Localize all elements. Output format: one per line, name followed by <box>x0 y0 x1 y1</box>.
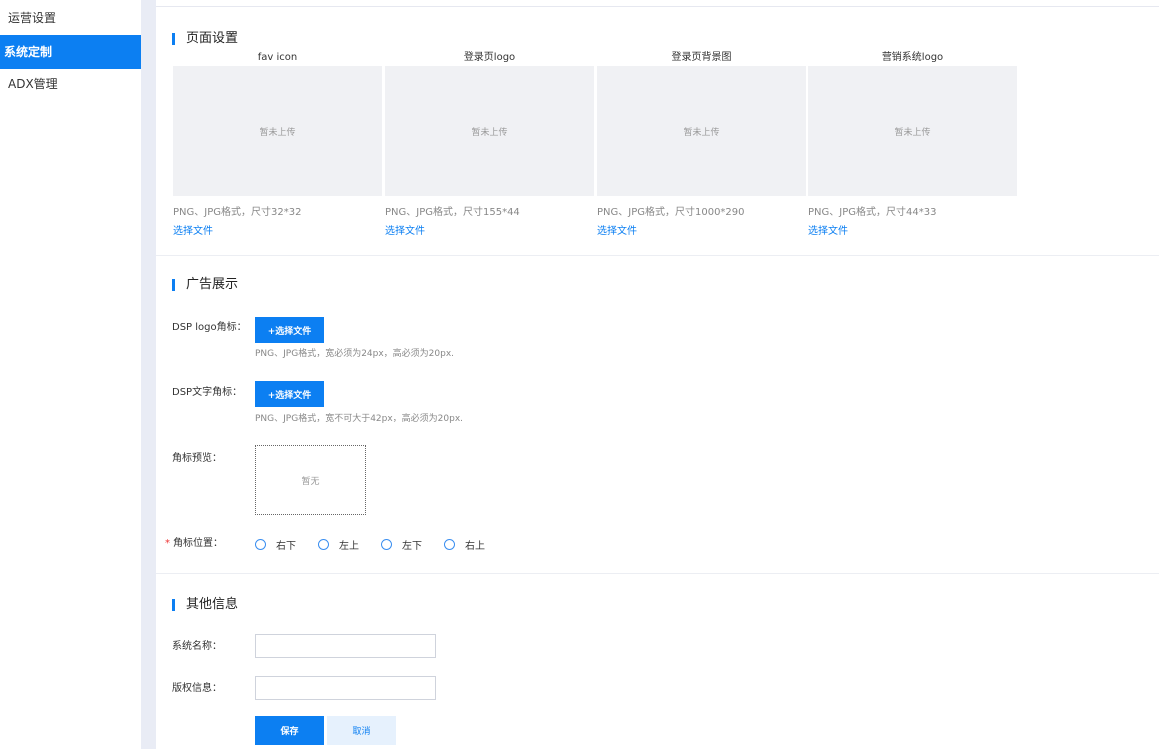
copyright-input[interactable] <box>255 676 436 700</box>
choose-file-link[interactable]: 选择文件 <box>385 225 594 239</box>
section-title-page-settings: 页面设置 <box>172 31 238 47</box>
choose-file-link[interactable]: 选择文件 <box>173 225 382 239</box>
upload-title: 登录页logo <box>463 52 516 63</box>
dsp-text-choose-button[interactable]: +选择文件 <box>255 381 324 407</box>
radio-label: 左下 <box>402 540 422 552</box>
radio-circle[interactable] <box>444 538 455 550</box>
upload-login-background: 登录页背景图 暂未上传 PNG、JPG格式，尺寸1000*290 选择文件 <box>597 50 806 239</box>
sidebar-item-operations[interactable]: 运营设置 <box>0 1 141 35</box>
dsp-text-hint: PNG、JPG格式，宽不可大于42px，高必须为20px. <box>255 414 464 424</box>
dsp-logo-label: DSP logo角标： <box>172 322 247 333</box>
dsp-logo-choose-button[interactable]: +选择文件 <box>255 317 324 343</box>
section-bar <box>172 279 175 291</box>
cancel-button[interactable]: 取消 <box>327 716 396 745</box>
section-title-ad-display: 广告展示 <box>172 277 238 293</box>
save-button[interactable]: 保存 <box>255 716 324 745</box>
upload-title: 登录页背景图 <box>671 52 732 63</box>
upload-hint: PNG、JPG格式，尺寸155*44 <box>385 207 520 218</box>
section-divider <box>156 255 1159 256</box>
copyright-label: 版权信息： <box>172 683 222 694</box>
top-divider <box>156 6 1159 7</box>
sidebar-item-adx[interactable]: ADX管理 <box>0 67 141 101</box>
radio-bottom-left[interactable]: 左下 <box>381 537 422 552</box>
upload-favicon: fav icon 暂未上传 PNG、JPG格式，尺寸32*32 选择文件 <box>173 50 382 239</box>
upload-preview: 暂未上传 <box>173 66 382 196</box>
section-bar <box>172 33 175 45</box>
upload-preview: 暂未上传 <box>385 66 594 196</box>
upload-hint: PNG、JPG格式，尺寸1000*290 <box>597 207 745 218</box>
preview-label: 角标预览： <box>172 453 222 464</box>
position-label-text: 角标位置： <box>173 538 223 549</box>
dsp-text-label: DSP文字角标： <box>172 387 243 398</box>
system-name-input[interactable] <box>255 634 436 658</box>
upload-hint: PNG、JPG格式，尺寸32*32 <box>173 207 302 218</box>
upload-preview: 暂未上传 <box>597 66 806 196</box>
upload-title: 营销系统logo <box>881 52 944 63</box>
section-bar <box>172 599 175 611</box>
choose-file-link[interactable]: 选择文件 <box>808 225 1017 239</box>
radio-circle[interactable] <box>381 538 392 550</box>
position-label: * 角标位置： <box>165 537 223 551</box>
dsp-logo-hint: PNG、JPG格式，宽必须为24px，高必须为20px. <box>255 349 455 359</box>
upload-login-logo: 登录页logo 暂未上传 PNG、JPG格式，尺寸155*44 选择文件 <box>385 50 594 239</box>
section-title-text: 页面设置 <box>186 31 239 46</box>
radio-circle[interactable] <box>318 538 329 550</box>
choose-file-link[interactable]: 选择文件 <box>597 225 806 239</box>
sidebar: 运营设置 系统定制 ADX管理 <box>0 0 141 749</box>
section-title-text: 广告展示 <box>186 277 239 292</box>
radio-label: 左上 <box>339 540 359 552</box>
radio-circle[interactable] <box>255 538 266 550</box>
sidebar-divider <box>141 0 156 749</box>
required-mark: * <box>165 538 170 549</box>
section-title-other-info: 其他信息 <box>172 597 238 613</box>
radio-top-right[interactable]: 右上 <box>444 537 485 552</box>
upload-preview: 暂未上传 <box>808 66 1017 196</box>
section-title-text: 其他信息 <box>186 597 239 612</box>
radio-label: 右上 <box>465 540 485 552</box>
badge-preview-box: 暂无 <box>255 445 366 515</box>
position-radio-group: 右下 左上 左下 右上 <box>255 537 507 552</box>
radio-label: 右下 <box>276 540 296 552</box>
section-divider <box>156 573 1159 574</box>
upload-hint: PNG、JPG格式，尺寸44*33 <box>808 207 937 218</box>
radio-bottom-right[interactable]: 右下 <box>255 537 296 552</box>
sidebar-item-system-custom[interactable]: 系统定制 <box>0 35 141 69</box>
upload-title: fav icon <box>257 52 298 63</box>
system-name-label: 系统名称： <box>172 641 222 652</box>
radio-top-left[interactable]: 左上 <box>318 537 359 552</box>
upload-marketing-logo: 营销系统logo 暂未上传 PNG、JPG格式，尺寸44*33 选择文件 <box>808 50 1017 239</box>
